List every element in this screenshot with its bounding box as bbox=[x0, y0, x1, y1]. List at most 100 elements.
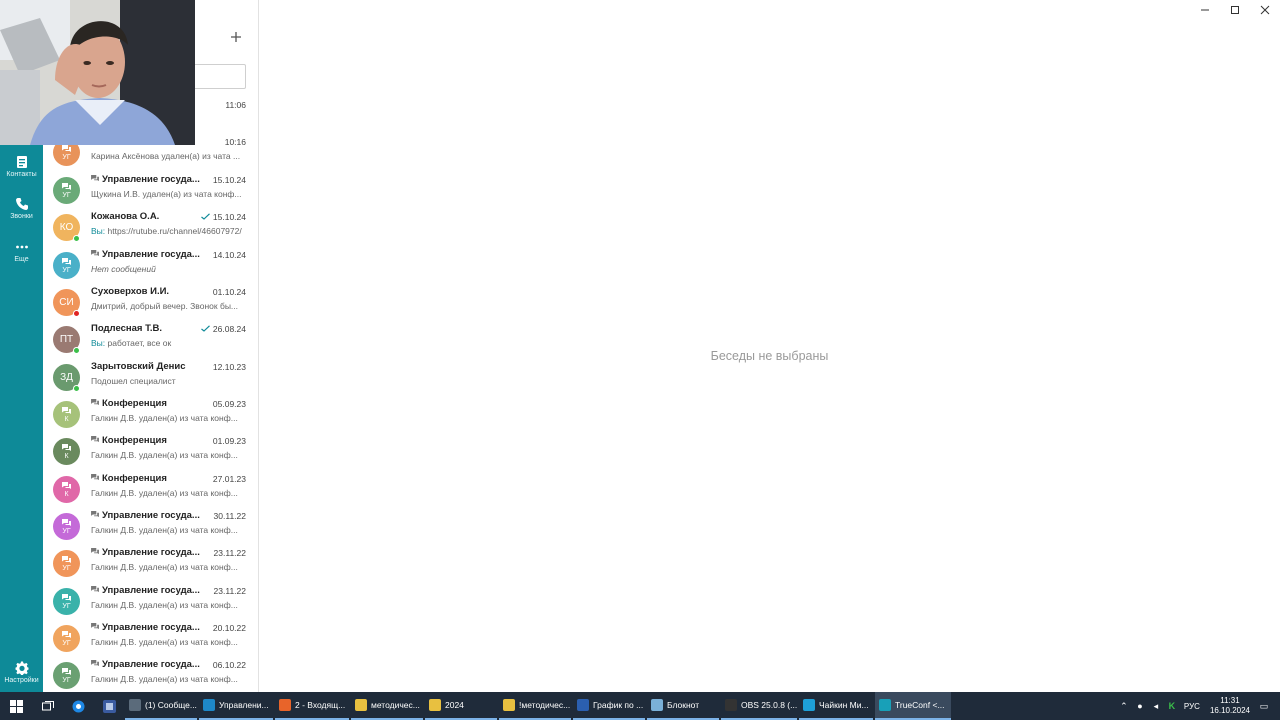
conversation-title: Зарытовский Денис bbox=[91, 361, 201, 372]
conversation-item[interactable]: К Конференция 27.01.23 Галкин Д.В. удален(а… bbox=[43, 472, 259, 509]
conversation-item[interactable]: СИ Суховерхов И.И. 01.10.24 Дмитрий, добрый… bbox=[43, 285, 259, 322]
rail-item-contacts[interactable]: Контакты bbox=[0, 155, 43, 178]
language-indicator[interactable]: РУС bbox=[1184, 702, 1200, 711]
microphone-icon[interactable]: ● bbox=[1132, 701, 1148, 711]
clock[interactable]: 11:31 16.10.2024 bbox=[1210, 696, 1250, 716]
conversation-title: Управление госуда... bbox=[91, 249, 201, 260]
conversation-item[interactable]: УГ Управление госуда... 20.10.22 Галкин Д.В… bbox=[43, 621, 259, 658]
conversation-title-text: Конференция bbox=[102, 435, 167, 446]
browser-icon bbox=[72, 700, 85, 712]
taskbar-task-label: TrueConf <... bbox=[895, 700, 945, 710]
taskbar-task-label: Управлени... bbox=[219, 700, 269, 710]
contacts-icon bbox=[16, 156, 27, 168]
window-controls bbox=[1190, 0, 1280, 20]
conversation-title-text: Управление госуда... bbox=[102, 659, 200, 670]
conversation-date: 10:16 bbox=[225, 137, 246, 147]
avatar-initials: УГ bbox=[62, 191, 71, 199]
taskbar-task[interactable]: TrueConf <... bbox=[875, 692, 951, 720]
conversation-title: Управление госуда... bbox=[91, 174, 201, 185]
app-icon bbox=[355, 699, 367, 711]
taskbar-task[interactable]: Чайкин Ми... bbox=[799, 692, 873, 720]
conversation-title-text: Управление госуда... bbox=[102, 622, 200, 633]
conversation-preview-text: Карина Аксёнова удален(а) из чата ... bbox=[91, 151, 241, 161]
close-button[interactable] bbox=[1250, 0, 1280, 20]
conversation-title-text: Управление госуда... bbox=[102, 174, 200, 185]
avatar-initials: УГ bbox=[62, 153, 71, 161]
chevron-up-icon[interactable]: ⌃ bbox=[1116, 701, 1132, 712]
taskbar-task[interactable]: !методичес... bbox=[499, 692, 571, 720]
conversation-item[interactable]: ПТ Подлесная Т.В. 26.08.24 Вы: работает, вс… bbox=[43, 322, 259, 359]
conversation-preview-text: Галкин Д.В. удален(а) из чата конф... bbox=[91, 525, 238, 535]
plus-icon bbox=[231, 32, 241, 42]
task-view-button[interactable] bbox=[32, 692, 63, 720]
taskbar-task[interactable]: Блокнот bbox=[647, 692, 719, 720]
taskbar-task[interactable]: Управлени... bbox=[199, 692, 273, 720]
rail-label-calls: Звонки bbox=[10, 213, 33, 220]
avatar: УГ bbox=[53, 662, 80, 689]
conversation-date-text: 30.11.22 bbox=[213, 511, 246, 521]
status-dot bbox=[73, 347, 80, 354]
conversation-date-text: 23.11.22 bbox=[213, 586, 246, 596]
conversation-date: 12.10.23 bbox=[213, 362, 246, 372]
pinned-app-button[interactable] bbox=[94, 692, 125, 720]
taskbar-task[interactable]: OBS 25.0.8 (... bbox=[721, 692, 797, 720]
conversation-preview: Галкин Д.В. удален(а) из чата конф... bbox=[91, 413, 247, 423]
group-chat-icon bbox=[91, 660, 99, 667]
maximize-button[interactable] bbox=[1220, 0, 1250, 20]
conversation-item[interactable]: УГ Управление госуда... 23.11.22 Галкин Д.В… bbox=[43, 584, 259, 621]
conversation-title: Управление госуда... bbox=[91, 585, 201, 596]
volume-icon[interactable]: ◂ bbox=[1148, 701, 1164, 712]
conversation-preview: Галкин Д.В. удален(а) из чата конф... bbox=[91, 600, 247, 610]
pinned-edge-button[interactable] bbox=[63, 692, 94, 720]
group-chat-icon bbox=[91, 586, 99, 593]
taskbar-task[interactable]: (1) Сообще... bbox=[125, 692, 197, 720]
conversation-date: 23.11.22 bbox=[214, 586, 246, 596]
conversation-preview-text: Подошел специалист bbox=[91, 376, 176, 386]
rail-item-settings[interactable]: Настройки bbox=[0, 661, 43, 684]
new-chat-button[interactable] bbox=[230, 30, 246, 46]
conversation-date: 26.08.24 bbox=[201, 324, 246, 334]
empty-state-text: Беседы не выбраны bbox=[710, 349, 829, 363]
minimize-button[interactable] bbox=[1190, 0, 1220, 20]
avatar-initials: УГ bbox=[62, 266, 71, 274]
conversation-item[interactable]: ЗД Зарытовский Денис 12.10.23 Подошел специ… bbox=[43, 360, 259, 397]
conversation-date-text: 27.01.23 bbox=[212, 474, 246, 484]
conversation-preview: Галкин Д.В. удален(а) из чата конф... bbox=[91, 674, 247, 684]
app-icon bbox=[803, 699, 815, 711]
chat-bubble-icon bbox=[62, 518, 71, 526]
conversation-item[interactable]: УГ Управление госуда... 23.11.22 Галкин Д.В… bbox=[43, 546, 259, 583]
taskbar-task[interactable]: методичес... bbox=[351, 692, 423, 720]
search-input[interactable] bbox=[193, 64, 246, 89]
conversation-item[interactable]: УГ Управление госуда... 14.10.24 Нет сообще… bbox=[43, 248, 259, 285]
taskbar-task[interactable]: 2 - Входящ... bbox=[275, 692, 349, 720]
rail-item-more[interactable]: Еще bbox=[0, 240, 43, 263]
notifications-icon[interactable]: ▭ bbox=[1256, 701, 1272, 712]
conversation-date-text: 06.10.22 bbox=[212, 660, 246, 670]
conversation-item[interactable]: КО Кожанова О.А. 15.10.24 Вы: https://rutub… bbox=[43, 210, 259, 247]
start-button[interactable] bbox=[0, 692, 32, 720]
conversation-item[interactable]: К Конференция 01.09.23 Галкин Д.В. удален(а… bbox=[43, 434, 259, 471]
kaspersky-icon[interactable]: K bbox=[1164, 701, 1180, 711]
conversation-date-text: 20.10.22 bbox=[212, 623, 246, 633]
chat-bubble-icon bbox=[62, 257, 71, 265]
webcam-overlay bbox=[0, 0, 195, 145]
conversation-item[interactable]: УГ Управление госуда... 15.10.24 Щукина И.В… bbox=[43, 173, 259, 210]
app-window: Контакты Звонки Еще Настройки 11:06 УГ 1… bbox=[0, 0, 1280, 720]
conversation-preview-text: https://rutube.ru/channel/46607972/ bbox=[105, 226, 242, 236]
conversation-item[interactable]: К Конференция 05.09.23 Галкин Д.В. удален(а… bbox=[43, 397, 259, 434]
group-chat-icon bbox=[91, 548, 99, 555]
conversation-title: Подлесная Т.В. bbox=[91, 323, 201, 334]
taskbar-task[interactable]: 2024 bbox=[425, 692, 497, 720]
conversation-date-text: 11:06 bbox=[225, 100, 246, 110]
conversation-date: 27.01.23 bbox=[213, 474, 246, 484]
taskbar-task[interactable]: График по ... bbox=[573, 692, 645, 720]
conversation-date: 14.10.24 bbox=[213, 250, 246, 260]
avatar: УГ bbox=[53, 252, 80, 279]
conversation-item[interactable]: УГ Управление госуда... 30.11.22 Галкин Д.В… bbox=[43, 509, 259, 546]
conversation-preview-text: Галкин Д.В. удален(а) из чата конф... bbox=[91, 674, 238, 684]
conversation-title-text: Кожанова О.А. bbox=[91, 211, 160, 222]
conversation-item[interactable]: УГ Управление госуда... 06.10.22 Галкин Д.В… bbox=[43, 658, 259, 695]
app-icon bbox=[279, 699, 291, 711]
more-dots-icon bbox=[15, 245, 28, 249]
rail-item-calls[interactable]: Звонки bbox=[0, 197, 43, 220]
